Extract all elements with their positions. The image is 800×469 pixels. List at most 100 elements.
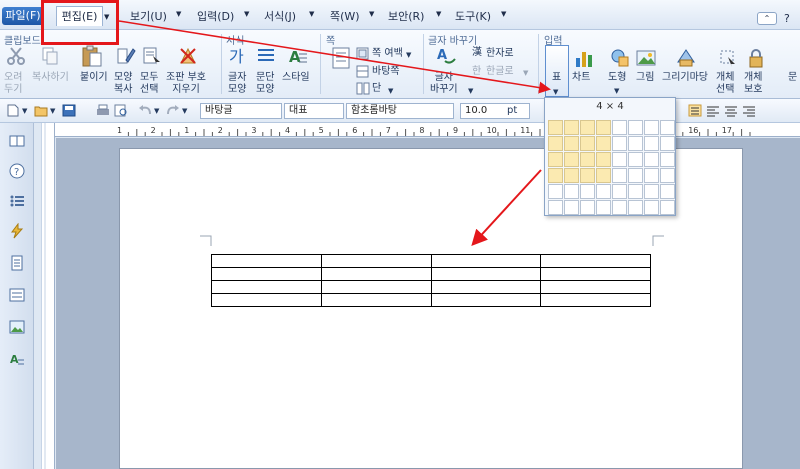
char-replace-button[interactable]: 글자 바꾸기 [430,72,458,96]
ribbon-collapse-button[interactable]: ⌃ [757,12,777,25]
select-all-icon[interactable] [142,46,162,66]
table-cell[interactable] [430,280,542,294]
select-all-button[interactable]: 모두 선택 [140,72,158,96]
table-size-cell[interactable] [628,120,643,135]
picture-button[interactable]: 그림 [636,72,654,84]
menu-view[interactable]: 보기(U) [130,8,167,24]
hangul-button[interactable]: 한글로 [486,66,514,78]
table-cell[interactable] [430,293,542,307]
help-circle-icon[interactable]: ? [9,163,25,179]
table-size-cell[interactable] [660,152,675,167]
table-size-cell[interactable] [660,136,675,151]
table-size-cell[interactable] [644,184,659,199]
table-size-cell[interactable] [612,136,627,151]
table-size-cell[interactable] [580,184,595,199]
para-shape-button[interactable]: 문단 모양 [256,72,274,96]
table-size-cell[interactable] [548,120,563,135]
scissors-icon[interactable] [6,46,26,66]
object-select-icon[interactable] [718,48,738,68]
table-cell[interactable] [320,267,432,281]
draw-shape-button[interactable]: 그리기마당 [662,72,708,84]
table-cell[interactable] [211,254,322,268]
table-size-cell[interactable] [612,184,627,199]
vertical-ruler[interactable] [41,123,55,469]
table-size-cell[interactable] [564,152,579,167]
table-size-cell[interactable] [580,136,595,151]
table-cell[interactable] [211,280,322,294]
columns-icon[interactable] [356,82,370,95]
para-shape-icon[interactable] [256,46,276,66]
table-size-cell[interactable] [612,168,627,183]
table-size-cell[interactable] [660,200,675,215]
align-right-icon[interactable] [742,104,756,117]
save-icon[interactable] [62,104,76,117]
char-replace-icon[interactable]: A [437,46,457,66]
style-button[interactable]: 스타일 [282,72,310,84]
table-size-cell[interactable] [564,136,579,151]
menu-insert[interactable]: 입력(D) [197,8,234,24]
print-preview-icon[interactable] [114,104,128,117]
object-protect-button[interactable]: 개체 보호 [744,72,762,96]
table-size-cell[interactable] [628,184,643,199]
table-cell[interactable] [540,293,651,307]
table-size-cell[interactable] [580,120,595,135]
copy-icon[interactable] [40,46,60,66]
table-size-cell[interactable] [660,184,675,199]
hangul-icon[interactable]: 한 [472,66,481,78]
menu-tools[interactable]: 도구(K) [455,8,491,24]
table-size-cell[interactable] [660,120,675,135]
table-size-cell[interactable] [564,120,579,135]
redo-icon[interactable] [166,104,180,117]
help-icon[interactable]: ? [784,12,790,25]
table-size-cell[interactable] [628,136,643,151]
hanja-button[interactable]: 한자로 [486,48,514,60]
table-size-popup[interactable]: 4 × 4 [544,97,676,216]
table-size-cell[interactable] [548,184,563,199]
table-size-cell[interactable] [612,200,627,215]
table-size-cell[interactable] [644,200,659,215]
table-size-cell[interactable] [644,120,659,135]
table-size-cell[interactable] [644,152,659,167]
table-size-cell[interactable] [628,152,643,167]
font-size-combo[interactable]: 10.0 [460,103,530,119]
align-justify-icon[interactable] [688,104,702,117]
lock-icon[interactable] [746,48,766,68]
print-icon[interactable] [96,104,110,117]
table-size-cell[interactable] [580,152,595,167]
char-shape-icon[interactable]: 가 [228,46,248,66]
table-cell[interactable] [320,254,432,268]
cut-button[interactable]: 오려 두기 [4,72,22,96]
page-margin-icon[interactable] [356,47,370,60]
style-icon[interactable]: A [288,46,308,66]
document-table[interactable] [211,254,651,307]
page-bg-icon[interactable] [356,65,370,78]
lightning-icon[interactable] [9,223,25,239]
font-combo[interactable]: 함초롬바탕 [346,103,454,119]
table-cell[interactable] [211,293,322,307]
list-icon[interactable] [9,193,25,209]
table-size-cell[interactable] [564,184,579,199]
table-size-cell[interactable] [596,120,611,135]
table-size-cell[interactable] [644,168,659,183]
table-size-cell[interactable] [596,136,611,151]
table-size-cell[interactable] [596,200,611,215]
page-icon[interactable] [330,46,352,70]
draw-shape-icon[interactable] [676,48,696,68]
open-folder-icon[interactable] [34,104,48,117]
table-cell[interactable] [540,267,651,281]
menu-format[interactable]: 서식(J) [264,8,296,24]
image-gallery-icon[interactable] [9,319,25,335]
table-size-cell[interactable] [564,168,579,183]
table-size-cell[interactable] [644,136,659,151]
more-button[interactable]: 문 [788,72,797,84]
table-cell[interactable] [320,280,432,294]
table-size-cell[interactable] [548,168,563,183]
table-size-cell[interactable] [596,184,611,199]
format-copy-icon[interactable] [116,46,136,66]
table-size-cell[interactable] [548,200,563,215]
table-size-cell[interactable] [580,168,595,183]
form-icon[interactable] [9,287,25,303]
table-cell[interactable] [430,267,542,281]
table-cell[interactable] [430,254,542,268]
char-shape-button[interactable]: 글자 모양 [228,72,246,96]
